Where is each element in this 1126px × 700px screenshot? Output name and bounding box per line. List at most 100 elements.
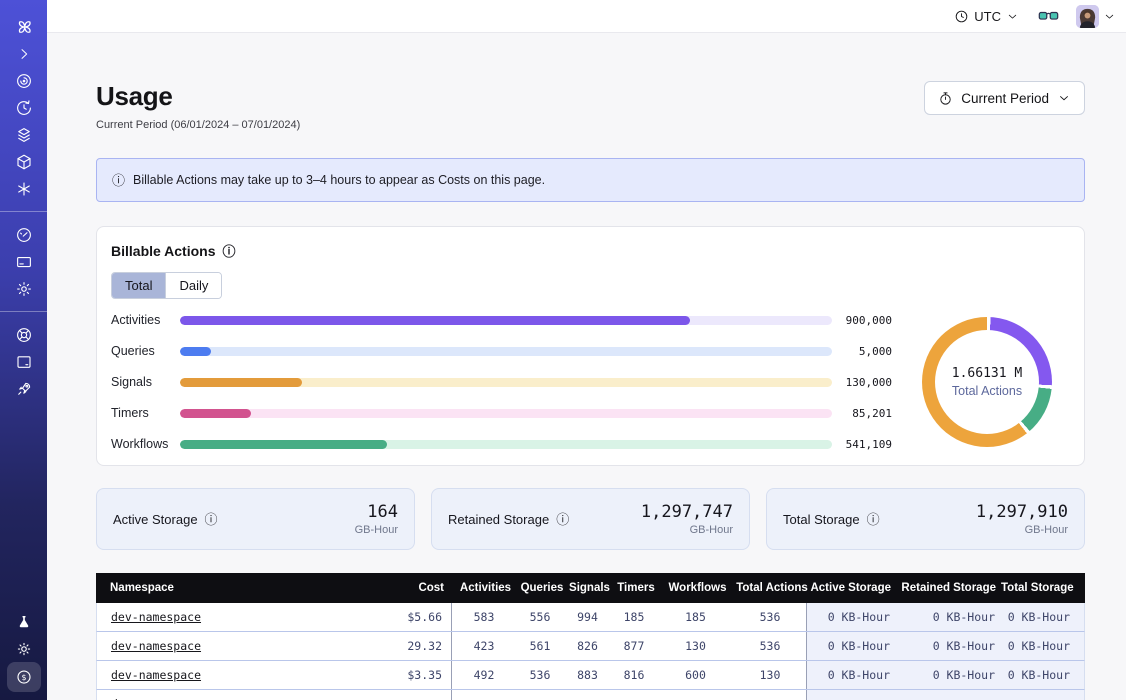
retained-storage-card: Retained Storage ⓘ 1,297,747 GB-Hour <box>431 488 750 550</box>
storage-cells-group: 0 KB-Hour0 KB-Hour0 KB-Hour <box>806 661 1084 689</box>
layers-icon <box>15 126 33 144</box>
total-storage-value: 1,297,910 <box>976 502 1068 522</box>
settings-gear-icon <box>15 280 33 298</box>
table-cell: 816 <box>611 668 657 682</box>
timezone-selector[interactable]: UTC <box>954 9 1019 24</box>
table-cell: 0 KB-Hour <box>1000 639 1084 653</box>
total-actions-donut-chart: 1.66131 M Total Actions <box>922 317 1052 447</box>
bar-value-label: 85,201 <box>840 407 892 420</box>
bar-fill <box>180 378 302 387</box>
bar-track <box>180 409 832 418</box>
history-clock-icon <box>15 99 33 117</box>
table-cell: 29.32 <box>356 639 451 653</box>
table-cell: 826 <box>564 639 611 653</box>
total-storage-label: Total Storage <box>783 512 860 527</box>
tab-total[interactable]: Total <box>112 273 165 298</box>
total-storage-card: Total Storage ⓘ 1,297,910 GB-Hour <box>766 488 1085 550</box>
sidebar-item-deployments[interactable] <box>9 121 39 148</box>
table-cell: 185 <box>657 610 734 624</box>
table-cell: 536 <box>516 668 564 682</box>
glasses-icon <box>1038 8 1059 24</box>
column-header: Total Storage <box>1001 582 1085 594</box>
table-body: dev-namespace$5.665835569941851855360 KB… <box>96 603 1085 700</box>
table-cell: 185 <box>611 610 657 624</box>
tab-daily[interactable]: Daily <box>165 273 221 298</box>
stopwatch-icon <box>938 91 953 106</box>
column-header: Signals <box>566 582 613 594</box>
donut-center-label: Total Actions <box>952 384 1022 398</box>
period-dropdown-button[interactable]: Current Period <box>924 81 1085 115</box>
sidebar-item-usage[interactable] <box>9 221 39 248</box>
table-cell: 492 <box>451 661 516 689</box>
active-storage-label: Active Storage <box>113 512 198 527</box>
svg-text:$: $ <box>21 673 26 682</box>
bar-value-label: 5,000 <box>840 345 892 358</box>
sidebar-divider <box>0 211 47 212</box>
storage-cells-group: 0 KB-Hour0 KB-Hour0 KB-Hour <box>806 603 1084 631</box>
bar-value-label: 130,000 <box>840 376 892 389</box>
sidebar-item-home[interactable] <box>9 13 39 40</box>
sidebar-divider <box>0 311 47 312</box>
bar-row: Queries 5,000 <box>111 344 892 358</box>
sidebar-item-settings[interactable] <box>9 275 39 302</box>
bar-category-label: Timers <box>111 406 171 420</box>
table-cell: 994 <box>564 610 611 624</box>
info-banner: ⓘ Billable Actions may take up to 3–4 ho… <box>96 158 1085 202</box>
table-cell: 600 <box>657 668 734 682</box>
column-header: Total Actions <box>736 582 808 594</box>
sidebar-item-labs[interactable] <box>9 608 39 635</box>
active-storage-card: Active Storage ⓘ 164 GB-Hour <box>96 488 415 550</box>
bar-track <box>180 316 832 325</box>
sidebar-expand-button[interactable] <box>9 40 39 67</box>
pricing-coin-icon: $ <box>15 668 33 686</box>
table-cell: 0 KB-Hour <box>1000 668 1084 682</box>
bar-category-label: Workflows <box>111 437 171 451</box>
info-icon[interactable]: ⓘ <box>556 513 569 526</box>
table-cell: 130 <box>657 639 734 653</box>
dark-mode-glasses-button[interactable] <box>1038 8 1059 24</box>
sidebar-item-feedback[interactable] <box>9 348 39 375</box>
bar-row: Timers 85,201 <box>111 406 892 420</box>
namespace-link[interactable]: dev-namespace <box>111 610 201 624</box>
bar-category-label: Queries <box>111 344 171 358</box>
sidebar-item-support[interactable] <box>9 321 39 348</box>
namespace-link[interactable]: dev-namespace <box>111 668 201 682</box>
sidebar-item-billing[interactable] <box>9 248 39 275</box>
table-cell: 0 KB-Hour <box>807 639 898 653</box>
active-storage-value: 164 <box>355 502 398 522</box>
user-menu[interactable] <box>1076 5 1116 28</box>
table-cell: 883 <box>564 668 611 682</box>
table-cell: $3.35 <box>356 668 451 682</box>
column-header: Activities <box>453 582 518 594</box>
sidebar-item-namespaces[interactable] <box>9 67 39 94</box>
support-life-ring-icon <box>15 326 33 344</box>
namespace-link[interactable]: dev-namespace <box>111 639 201 653</box>
bar-category-label: Signals <box>111 375 171 389</box>
sidebar-item-workflows-cube[interactable] <box>9 148 39 175</box>
info-icon[interactable]: ⓘ <box>205 513 218 526</box>
sidebar-item-schedules[interactable] <box>9 94 39 121</box>
active-storage-unit: GB-Hour <box>355 524 398 536</box>
info-icon[interactable]: ⓘ <box>867 513 880 526</box>
column-header: Cost <box>358 582 453 594</box>
namespace-cell: dev-namespace <box>97 668 356 682</box>
table-row: dev-namespace$3.354925368838166001300 KB… <box>96 661 1085 690</box>
table-cell: 0 KB-Hour <box>898 610 1000 624</box>
bar-track <box>180 378 832 387</box>
retained-storage-unit: GB-Hour <box>641 524 733 536</box>
table-cell: 536 <box>734 639 806 653</box>
table-cell: 583 <box>451 603 516 631</box>
sidebar-item-getting-started[interactable] <box>9 375 39 402</box>
column-header: Workflows <box>659 582 736 594</box>
table-cell: 0 KB-Hour <box>1000 610 1084 624</box>
info-icon[interactable]: ⓘ <box>223 245 236 258</box>
bar-track <box>180 347 832 356</box>
table-cell: 0 KB-Hour <box>807 668 898 682</box>
chevron-down-icon <box>1006 10 1019 23</box>
billable-actions-tabs: Total Daily <box>111 272 222 299</box>
sidebar-item-nexus[interactable] <box>9 175 39 202</box>
sidebar-item-pricing[interactable]: $ <box>7 662 41 692</box>
storage-cells-group: 0 KB-Hour0 KB-Hour0 KB-Hour <box>806 632 1084 660</box>
table-cell <box>451 690 516 700</box>
sidebar-item-theme[interactable] <box>9 635 39 662</box>
